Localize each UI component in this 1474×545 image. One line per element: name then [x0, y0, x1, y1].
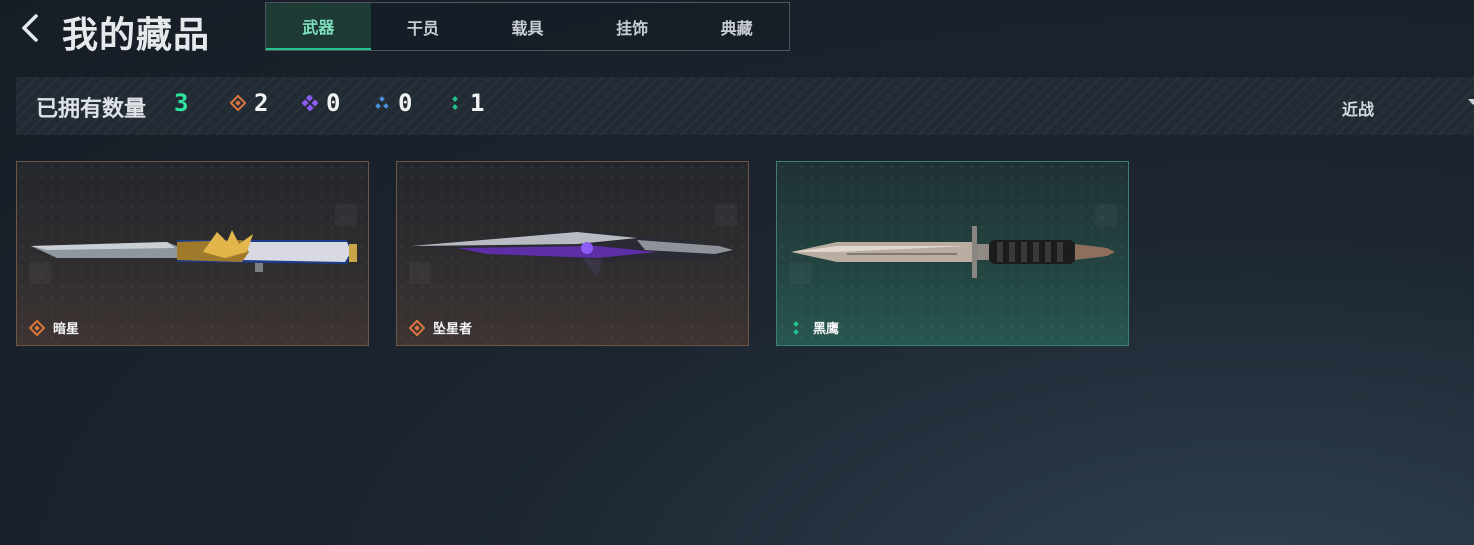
- chevron-down-icon[interactable]: [1468, 99, 1474, 105]
- collection-item-card[interactable]: 暗星: [16, 161, 369, 346]
- owned-count: 3: [174, 89, 189, 117]
- blue-rarity-icon: [375, 96, 389, 109]
- item-name: 暗星: [53, 322, 80, 337]
- tab-collection[interactable]: 典藏: [684, 3, 789, 50]
- tab-charms[interactable]: 挂饰: [580, 3, 685, 50]
- rarity-count-value: 0: [326, 89, 341, 117]
- orange-rarity-icon: [230, 95, 246, 111]
- collection-item-card[interactable]: 黑鹰: [776, 161, 1129, 346]
- tab-vehicles[interactable]: 载具: [475, 3, 580, 50]
- purple-rarity-icon: [302, 95, 318, 111]
- owned-label: 已拥有数量: [36, 97, 147, 122]
- green-rarity-icon: [452, 96, 458, 110]
- ownership-stats-bar: 已拥有数量 3 2 0 0 1 近战: [16, 77, 1474, 135]
- knife-gold-icon: [31, 230, 357, 272]
- orange-rarity-icon: [408, 319, 426, 340]
- rarity-count-purple: 0: [302, 89, 340, 117]
- item-name: 坠星者: [433, 322, 473, 337]
- rarity-count-value: 1: [470, 89, 485, 117]
- rarity-count-blue: 0: [374, 89, 412, 117]
- collection-item-card[interactable]: 坠星者: [396, 161, 749, 346]
- item-name: 黑鹰: [813, 322, 840, 337]
- header: 我的藏品 武器 干员 载具 挂饰 典藏: [0, 0, 1474, 62]
- category-tabs: 武器 干员 载具 挂饰 典藏: [265, 2, 790, 51]
- rarity-count-value: 2: [254, 89, 269, 117]
- tab-weapons[interactable]: 武器: [266, 3, 371, 50]
- rarity-count-green: 1: [448, 89, 484, 117]
- orange-rarity-icon: [28, 319, 46, 340]
- knife-purple-icon: [411, 230, 733, 278]
- combat-knife-icon: [791, 226, 1115, 278]
- page-title: 我的藏品: [62, 15, 211, 56]
- rarity-count-value: 0: [398, 89, 413, 117]
- weapon-type-filter[interactable]: 近战: [1342, 96, 1374, 120]
- tab-operators[interactable]: 干员: [371, 3, 476, 50]
- chevron-left-icon: [22, 14, 38, 42]
- back-button[interactable]: [18, 12, 48, 44]
- green-rarity-icon: [789, 320, 803, 340]
- rarity-count-orange: 2: [230, 89, 268, 117]
